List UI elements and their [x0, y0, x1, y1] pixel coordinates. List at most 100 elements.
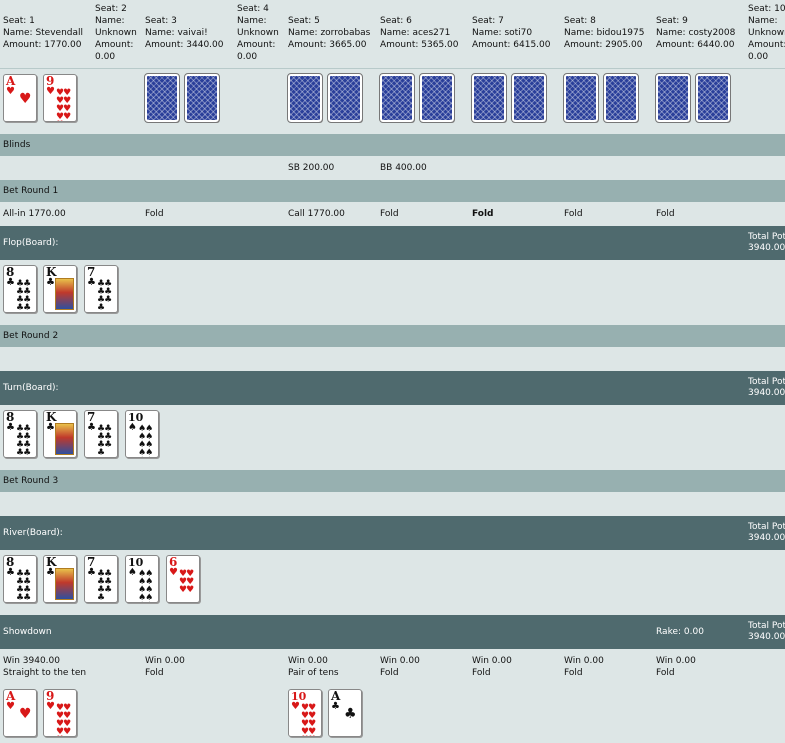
card-back: [287, 73, 323, 123]
seat-number: Seat: 8: [564, 16, 596, 26]
card-back: [327, 73, 363, 123]
board-card: 8 ♣ ♣♣♣♣♣♣♣♣: [3, 410, 37, 458]
action-seat-1: All-in 1770.00: [3, 209, 66, 219]
hand-description: Straight to the ten: [3, 668, 87, 678]
seat-amount: Amount:: [95, 40, 134, 50]
seat-name: Name: soti70: [472, 28, 533, 38]
result-seat-6: Win 0.00 Fold: [380, 655, 420, 679]
heart-suit-icon: ♥: [46, 701, 55, 712]
hand-description: Fold: [380, 668, 399, 678]
bet-round-3-header: Bet Round 3: [0, 470, 785, 492]
card-back: [419, 73, 455, 123]
total-pot: Total Pot 3940.00: [748, 621, 785, 643]
total-pot: Total Pot 3940.00: [748, 377, 785, 399]
board-card: 6 ♥ ♥♥♥♥♥♥: [166, 555, 200, 603]
flop-header: Flop(Board): Total Pot 3940.00: [0, 226, 785, 260]
card-pips: ♣♣♣♣♣♣♣♣: [16, 279, 31, 313]
action-seat-3: Fold: [145, 209, 164, 219]
board-card: 10 ♠ ♠♠♠♠♠♠♠♠♠♠: [125, 555, 159, 603]
seat-number: Seat: 9: [656, 16, 688, 26]
card-pips: ♥♥♥♥♥♥♥♥♥♥: [301, 703, 316, 737]
card-back: [695, 73, 731, 123]
king-face-icon: [55, 568, 74, 600]
action-seat-8: Fold: [564, 209, 583, 219]
seat-amount: Amount: 1770.00: [3, 40, 82, 50]
club-suit-icon: ♣: [87, 422, 96, 433]
card-back: [471, 73, 507, 123]
showdown-card: 10 ♥ ♥♥♥♥♥♥♥♥♥♥: [288, 689, 322, 737]
heart-suit-icon: ♥: [6, 86, 15, 97]
board-card: K ♣: [43, 265, 77, 313]
board-card: 7 ♣ ♣♣♣♣♣♣♣: [84, 265, 118, 313]
seat-5: Seat: 5 Name: zorrobabas Amount: 3665.00: [288, 15, 370, 51]
card-back: [184, 73, 220, 123]
seat-amount: Amount: 5365.00: [380, 40, 459, 50]
card-pips: ♥♥♥♥♥♥♥♥♥: [56, 88, 71, 122]
showdown-card: 9 ♥ ♥♥♥♥♥♥♥♥♥: [43, 689, 77, 737]
total-pot-value: 3940.00: [748, 632, 785, 642]
card-pips: ♣♣♣♣♣♣♣♣: [16, 424, 31, 458]
small-blind: SB 200.00: [288, 163, 335, 173]
seat-number: Seat: 6: [380, 16, 412, 26]
turn-header: Turn(Board): Total Pot 3940.00: [0, 371, 785, 405]
heart-suit-icon: ♥: [169, 567, 178, 578]
card-pips: ♣: [344, 706, 357, 722]
board-card: 7 ♣ ♣♣♣♣♣♣♣: [84, 410, 118, 458]
seat-8: Seat: 8 Name: bidou1975 Amount: 2905.00: [564, 15, 645, 51]
board-card: 8 ♣ ♣♣♣♣♣♣♣♣: [3, 265, 37, 313]
club-suit-icon: ♣: [6, 422, 15, 433]
rake-value: Rake: 0.00: [656, 627, 704, 637]
seat-number: Seat: 10: [748, 4, 785, 14]
seat-name: Name:: [95, 16, 125, 26]
section-label: Bet Round 2: [3, 331, 59, 341]
spade-suit-icon: ♠: [128, 567, 137, 578]
big-blind: BB 400.00: [380, 163, 427, 173]
seat-name: Name: aces271: [380, 28, 451, 38]
win-amount: Win 0.00: [564, 656, 604, 666]
seat-name-value: Unknown: [748, 28, 785, 38]
seat-name: Name: zorrobabas: [288, 28, 371, 38]
seat-number: Seat: 5: [288, 16, 320, 26]
seat-name: Name:: [748, 16, 778, 26]
card-pips: ♥: [19, 706, 32, 722]
total-pot-value: 3940.00: [748, 533, 785, 543]
hand-description: Fold: [656, 668, 675, 678]
club-suit-icon: ♣: [6, 567, 15, 578]
seat-9: Seat: 9 Name: costy2008 Amount: 6440.00: [656, 15, 735, 51]
showdown-card: A ♥ ♥: [3, 689, 37, 737]
seat-name-value: Unknown: [95, 28, 137, 38]
showdown-card: A ♣ ♣: [328, 689, 362, 737]
total-pot-label: Total Pot: [748, 621, 785, 631]
result-seat-1: Win 3940.00 Straight to the ten: [3, 655, 86, 679]
action-seat-7: Fold: [472, 209, 494, 219]
seat-amount: Amount: 6415.00: [472, 40, 551, 50]
bet-round-1-header: Bet Round 1: [0, 180, 785, 202]
seat-amount: Amount: 2905.00: [564, 40, 643, 50]
seat-amount: Amount: 3665.00: [288, 40, 367, 50]
seat-number: Seat: 1: [3, 16, 35, 26]
result-seat-5: Win 0.00 Pair of tens: [288, 655, 339, 679]
heart-suit-icon: ♥: [291, 701, 300, 712]
action-seat-9: Fold: [656, 209, 675, 219]
showdown-header: Showdown Rake: 0.00 Total Pot 3940.00: [0, 615, 785, 649]
win-amount: Win 0.00: [656, 656, 696, 666]
total-pot-value: 3940.00: [748, 243, 785, 253]
seat-7: Seat: 7 Name: soti70 Amount: 6415.00: [472, 15, 550, 51]
seat-10: Seat: 10 Name: Unknown Amount: 0.00: [748, 3, 785, 63]
win-amount: Win 0.00: [472, 656, 512, 666]
win-amount: Win 0.00: [288, 656, 328, 666]
total-pot-label: Total Pot: [748, 232, 785, 242]
seat-amount: Amount: 3440.00: [145, 40, 224, 50]
seat-amount-value: 0.00: [95, 52, 116, 62]
seat-number: Seat: 2: [95, 4, 127, 14]
seat-amount-value: 0.00: [748, 52, 769, 62]
section-label: Showdown: [3, 627, 52, 637]
blinds-header: Blinds: [0, 134, 785, 156]
card-back: [511, 73, 547, 123]
divider: [0, 68, 785, 69]
board-card: K ♣: [43, 410, 77, 458]
card-pips: ♣♣♣♣♣♣♣: [97, 569, 112, 603]
seat-amount: Amount: 6440.00: [656, 40, 735, 50]
card-pips: ♠♠♠♠♠♠♠♠♠♠: [138, 424, 153, 458]
hole-card: A ♥ ♥: [3, 74, 37, 122]
